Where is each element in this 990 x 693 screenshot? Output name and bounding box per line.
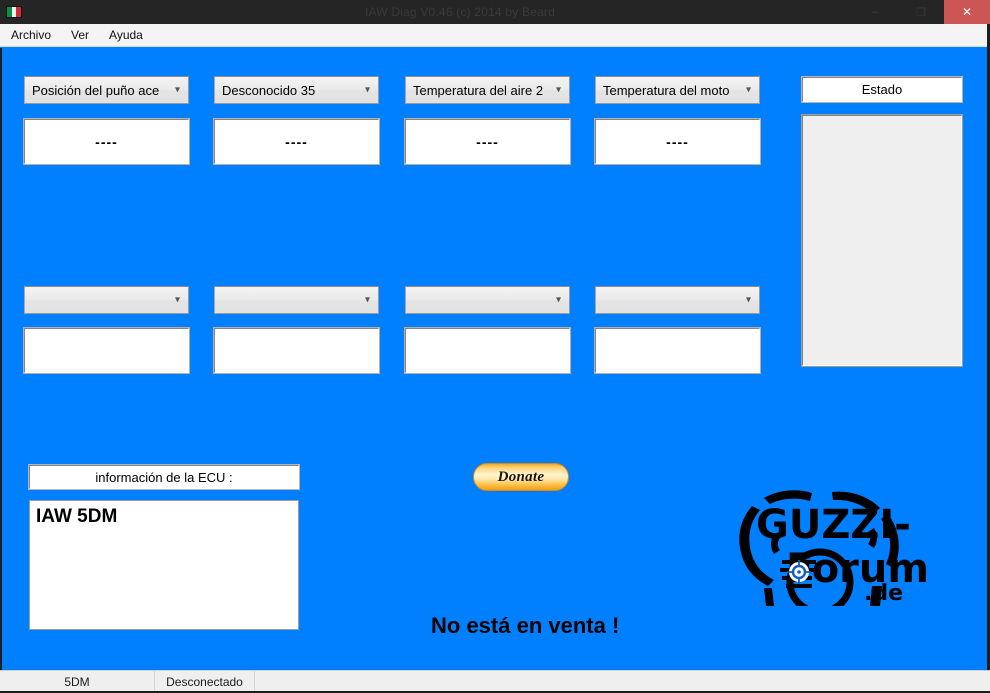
parameter-selector-7[interactable]: ▾ <box>405 286 570 314</box>
ecu-info-content[interactable]: IAW 5DM <box>29 500 299 630</box>
guzzi-forum-logo: GUZZI- Forum .de <box>712 476 942 606</box>
chevron-down-icon: ▾ <box>745 84 752 96</box>
parameter-value-1: ---- <box>24 119 189 164</box>
chevron-down-icon: ▾ <box>364 84 371 96</box>
parameter-selector-6[interactable]: ▾ <box>214 286 379 314</box>
menu-item-ver[interactable]: Ver <box>62 25 98 45</box>
italian-flag-icon <box>6 6 22 18</box>
parameter-selector-2[interactable]: Desconocido 35 ▾ <box>214 76 379 104</box>
chevron-down-icon: ▾ <box>555 84 562 96</box>
parameter-selector-1-text: Posición del puño ace <box>32 82 160 98</box>
parameter-selector-4[interactable]: Temperatura del moto ▾ <box>595 76 760 104</box>
window-left-edge <box>0 48 2 670</box>
ecu-info-heading: información de la ECU : <box>29 465 299 489</box>
maximize-button[interactable]: ❐ <box>898 0 944 24</box>
parameter-value-4: ---- <box>595 119 760 164</box>
window-controls: – ❐ ✕ <box>852 0 990 24</box>
parameter-value-7 <box>405 328 570 373</box>
close-button[interactable]: ✕ <box>944 0 990 24</box>
parameter-selector-3[interactable]: Temperatura del aire 2 ▾ <box>405 76 570 104</box>
parameter-value-6 <box>214 328 379 373</box>
menu-item-ayuda[interactable]: Ayuda <box>100 25 152 45</box>
parameter-selector-3-text: Temperatura del aire 2 <box>413 82 544 98</box>
chevron-down-icon: ▾ <box>364 294 371 306</box>
not-for-sale-notice: No está en venta ! <box>431 613 620 638</box>
donate-button[interactable]: Donate <box>473 463 569 491</box>
chevron-down-icon: ▾ <box>174 84 181 96</box>
parameter-value-3: ---- <box>405 119 570 164</box>
minimize-button[interactable]: – <box>852 0 898 24</box>
svg-text:GUZZI-: GUZZI- <box>756 502 911 548</box>
window-title: IAW Diag V0.46 (c) 2014 by Beard <box>364 5 556 19</box>
status-panel-heading: Estado <box>802 77 962 102</box>
parameter-value-5 <box>24 328 189 373</box>
parameter-selector-4-text: Temperatura del moto <box>603 82 730 98</box>
client-area: Posición del puño ace ▾ Desconocido 35 ▾… <box>0 48 990 670</box>
parameter-value-2: ---- <box>214 119 379 164</box>
chevron-down-icon: ▾ <box>555 294 562 306</box>
status-bar-cell-connection: Desconectado <box>155 671 255 693</box>
status-bar-cell-ecu: 5DM <box>0 671 155 693</box>
status-panel-list[interactable] <box>802 115 962 366</box>
svg-text:.de: .de <box>864 581 903 606</box>
parameter-selector-8[interactable]: ▾ <box>595 286 760 314</box>
status-bar-cell-extra <box>255 671 990 693</box>
chevron-down-icon: ▾ <box>745 294 752 306</box>
parameter-selector-2-text: Desconocido 35 <box>222 82 316 98</box>
application-window: IAW Diag V0.46 (c) 2014 by Beard – ❐ ✕ A… <box>0 0 990 693</box>
status-bar: 5DM Desconectado <box>0 670 990 693</box>
menu-bar: Archivo Ver Ayuda <box>0 24 990 47</box>
menu-item-archivo[interactable]: Archivo <box>2 25 60 45</box>
title-bar: IAW Diag V0.46 (c) 2014 by Beard – ❐ ✕ <box>0 0 990 24</box>
parameter-selector-1[interactable]: Posición del puño ace ▾ <box>24 76 189 104</box>
parameter-value-8 <box>595 328 760 373</box>
parameter-selector-5[interactable]: ▾ <box>24 286 189 314</box>
donate-button-label: Donate <box>497 468 545 485</box>
chevron-down-icon: ▾ <box>174 294 181 306</box>
